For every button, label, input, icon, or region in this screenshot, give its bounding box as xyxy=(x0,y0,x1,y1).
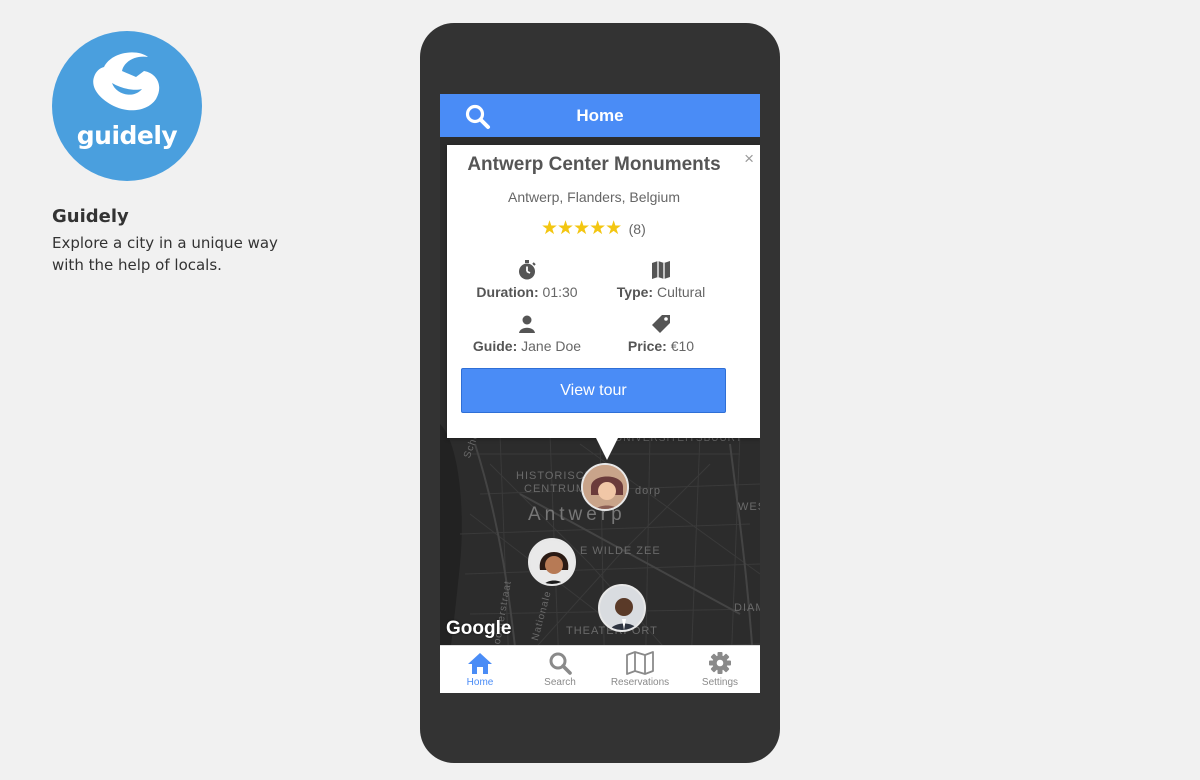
price-label: Price: xyxy=(627,338,667,354)
price-info: Price: €10 xyxy=(591,313,731,354)
brand-logo: guidely xyxy=(52,31,202,181)
logo-wordmark: guidely xyxy=(76,121,178,150)
close-icon[interactable]: × xyxy=(744,150,754,167)
page-title: Home xyxy=(576,106,624,125)
price-tag-icon xyxy=(652,315,670,333)
map-icon xyxy=(652,261,670,279)
price-value: €10 xyxy=(670,338,695,354)
brand-description: Explore a city in a unique way with the … xyxy=(52,234,278,274)
google-attribution: Google xyxy=(446,618,512,639)
type-value: Cultural xyxy=(656,284,706,300)
search-icon xyxy=(549,652,572,675)
guide-label: Guide: xyxy=(472,338,518,354)
tab-label: Home xyxy=(466,677,494,688)
brand-name: Guidely xyxy=(52,206,129,227)
duration-info: Duration: 01:30 xyxy=(457,259,597,300)
guide-avatar-pin[interactable] xyxy=(598,584,646,632)
popup-pointer xyxy=(596,438,618,460)
gear-icon xyxy=(709,652,731,674)
map-label-west: WES xyxy=(738,501,760,513)
tour-rating: ★★★★★ (8) xyxy=(541,217,646,239)
view-tour-button[interactable]: View tour xyxy=(461,368,726,413)
duration-value: 01:30 xyxy=(542,284,578,300)
map-label-diam: DIAM xyxy=(734,602,760,614)
type-info: Type: Cultural xyxy=(591,259,731,300)
map-label-wilde-zee: E WILDE ZEE xyxy=(580,545,661,557)
tab-label: Search xyxy=(544,677,576,688)
type-label: Type: xyxy=(616,284,654,300)
bottom-tab-bar: Home Search Reservations Settings xyxy=(440,645,760,693)
map-icon xyxy=(626,651,654,675)
tab-settings[interactable]: Settings xyxy=(680,646,760,693)
tab-search[interactable]: Search xyxy=(520,646,600,693)
guide-avatar-pin[interactable] xyxy=(581,463,629,511)
guide-info: Guide: Jane Doe xyxy=(457,313,597,354)
tab-label: Settings xyxy=(701,677,739,688)
map-label-centrum: CENTRUM xyxy=(524,483,586,495)
guide-avatar-pin[interactable] xyxy=(528,538,576,586)
review-count: (8) xyxy=(628,220,646,237)
tour-popup-card: × Antwerp Center Monuments Antwerp, Flan… xyxy=(447,145,760,438)
map-label-dorp: dorp xyxy=(635,485,662,497)
tab-label: Reservations xyxy=(610,677,670,688)
tour-location: Antwerp, Flanders, Belgium xyxy=(508,189,680,205)
duration-label: Duration: xyxy=(476,284,539,300)
app-screen: HISTORISCH CENTRUM dorp Antwerp E WILDE … xyxy=(440,94,760,693)
tab-reservations[interactable]: Reservations xyxy=(600,646,680,693)
tab-home[interactable]: Home xyxy=(440,646,520,693)
guide-value: Jane Doe xyxy=(521,338,582,354)
phone-frame: HISTORISCH CENTRUM dorp Antwerp E WILDE … xyxy=(420,23,780,763)
user-icon xyxy=(519,315,535,333)
home-icon xyxy=(468,653,492,674)
star-rating-icon: ★★★★★ xyxy=(541,218,622,239)
stopwatch-icon xyxy=(519,260,536,280)
app-header: Home xyxy=(440,94,760,137)
tour-title: Antwerp Center Monuments xyxy=(467,154,721,175)
guidely-swirl-icon xyxy=(93,52,160,111)
